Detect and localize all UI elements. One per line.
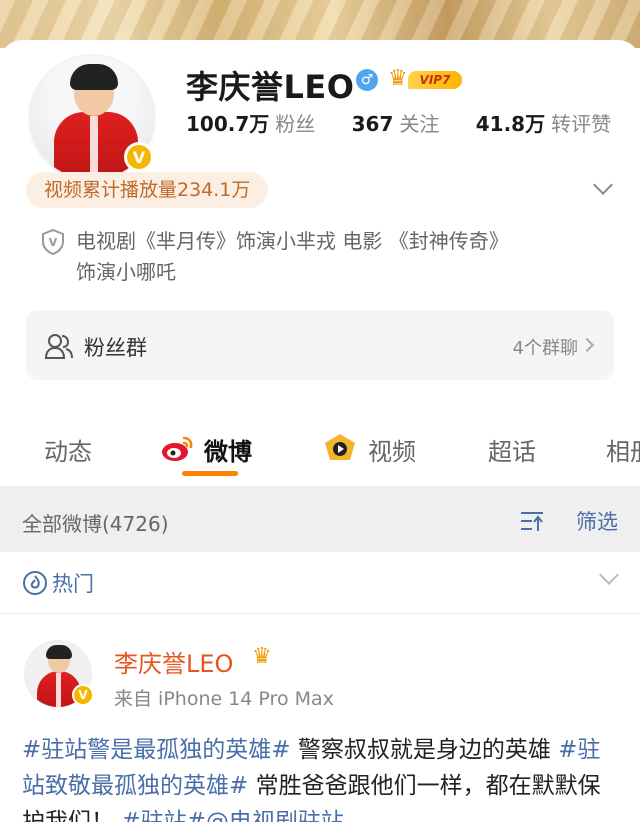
profile-bio: 电视剧《芈月传》饰演小芈戎 电影 《封神传奇》 饰演小哪吒 [76, 226, 596, 288]
post-card[interactable]: V 李庆誉LEO ♛ 来自 iPhone 14 Pro Max #驻站警是最孤独… [0, 614, 640, 822]
tab-weibo[interactable]: 微博 [204, 432, 252, 467]
hot-sort-label: 热门 [52, 572, 94, 596]
fans-group-count: 4个群聊 [512, 338, 578, 359]
post-text-segment: 警察叔叔就是身边的英雄 [290, 737, 559, 763]
stat-value: 367 [351, 112, 394, 136]
group-people-icon [44, 334, 73, 359]
post-hashtag[interactable]: #驻站# [121, 809, 206, 822]
active-tab-indicator [182, 471, 238, 476]
verified-badge-icon: V [72, 684, 94, 706]
stat-reposts-comments-likes[interactable]: 41.8万 转评赞 [476, 108, 611, 137]
avatar-stripe [56, 673, 61, 707]
profile-stats: 100.7万 粉丝 367 关注 41.8万 转评赞 [186, 108, 611, 137]
tab-dynamic[interactable]: 动态 [44, 432, 92, 467]
stat-label: 粉丝 [275, 112, 316, 136]
chevron-down-icon[interactable] [593, 175, 613, 195]
filter-icon [521, 512, 543, 531]
post-text: #驻站警是最孤独的英雄# 警察叔叔就是身边的英雄 #驻站致敬最孤独的英雄# 常胜… [22, 732, 622, 822]
bio-line: 饰演小哪吒 [76, 260, 176, 284]
svg-text:V: V [49, 236, 58, 249]
tab-supertopic[interactable]: 超话 [488, 432, 536, 467]
fans-group-label: 粉丝群 [84, 336, 147, 360]
hot-sort-row[interactable]: 热门 [0, 552, 640, 614]
stat-value: 100.7万 [186, 112, 270, 136]
shield-icon: V [42, 228, 64, 256]
hot-flame-icon [23, 571, 47, 595]
verified-badge-icon: V [124, 142, 154, 172]
post-source: 来自 iPhone 14 Pro Max [114, 688, 334, 710]
avatar-hair [46, 645, 72, 659]
avatar-hair [70, 64, 118, 90]
crown-icon: ♛ [388, 66, 408, 91]
video-play-icon [325, 434, 355, 460]
tab-video[interactable]: 视频 [368, 432, 416, 467]
fans-group-entry[interactable]: 粉丝群 4个群聊 [26, 310, 614, 380]
stat-value: 41.8万 [475, 112, 546, 136]
profile-name: 李庆誉LEO [186, 68, 355, 106]
vip-level-label: VIP7 [408, 71, 462, 89]
chevron-down-icon [599, 565, 619, 585]
bio-line: 电视剧《芈月传》饰演小芈戎 电影 《封神传奇》 [76, 229, 509, 253]
all-posts-count[interactable]: 全部微博(4726) [22, 508, 169, 537]
stat-following[interactable]: 367 关注 [352, 108, 470, 137]
filter-button[interactable]: 筛选 [576, 506, 618, 536]
tab-album[interactable]: 相册 [606, 432, 640, 467]
stat-label: 转评赞 [551, 112, 612, 136]
male-gender-icon: ♂ [356, 69, 378, 91]
profile-tabs: 动态 微博 视频 超话 相册 [0, 420, 640, 480]
stat-followers[interactable]: 100.7万 粉丝 [186, 108, 345, 137]
post-author-name[interactable]: 李庆誉LEO [114, 644, 233, 679]
crown-icon: ♛ [252, 644, 272, 669]
vip-badge[interactable]: VIP7 ♛ [388, 67, 462, 91]
video-play-count-badge[interactable]: 视频累计播放量234.1万 [26, 172, 269, 208]
chevron-right-icon [579, 337, 595, 353]
stat-label: 关注 [399, 112, 440, 136]
post-mention[interactable]: @电视剧驻站 [206, 809, 344, 822]
post-hashtag[interactable]: #驻站警是最孤独的英雄# [22, 737, 291, 763]
feed-filter-bar: 全部微博(4726) 筛选 [0, 486, 640, 552]
profile-card: V 李庆誉LEO ♂ VIP7 ♛ 100.7万 粉丝 367 关注 41.8万 转评… [0, 40, 640, 822]
weibo-logo-icon [162, 436, 193, 461]
